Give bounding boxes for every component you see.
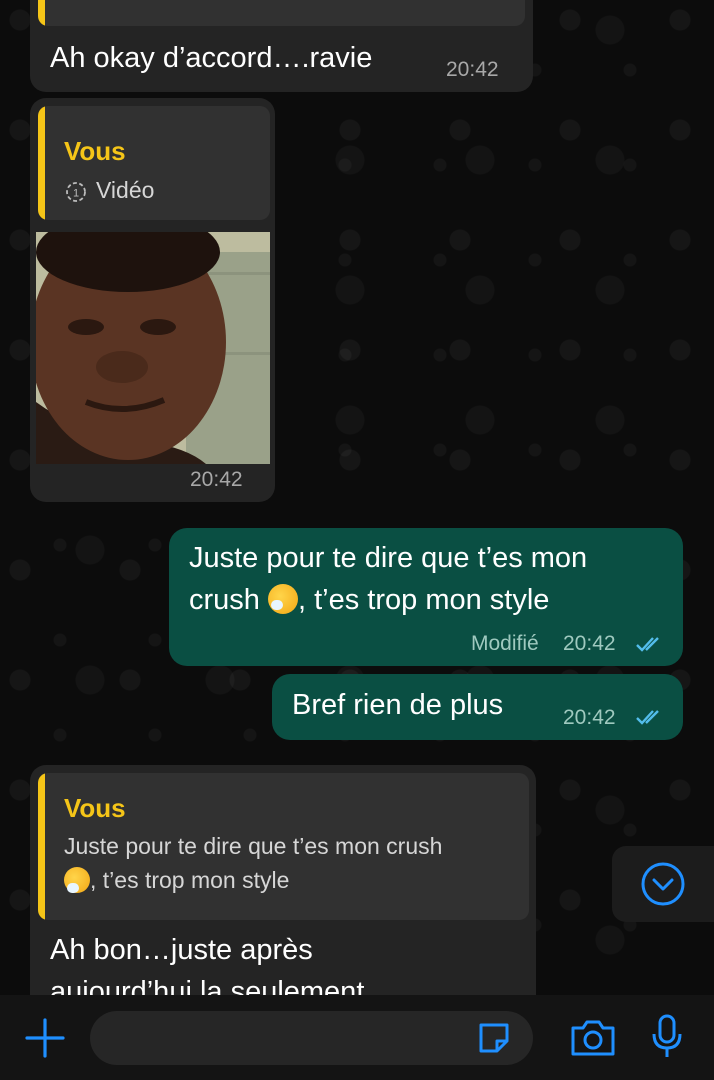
chevron-down-icon	[641, 862, 685, 906]
quoted-message[interactable]	[38, 0, 525, 26]
quote-text: Vidéo	[96, 177, 155, 203]
quote-text-line: Juste pour te dire que t’es mon crush	[64, 833, 443, 859]
message-text-line: crush , t’es trop mon style	[189, 579, 549, 621]
svg-text:1: 1	[73, 188, 79, 200]
chat-area[interactable]: Ah okay d’accord….ravie 20:42 Vous 1 Vid…	[0, 0, 714, 995]
incoming-message[interactable]: Vous Juste pour te dire que t’es mon cru…	[30, 765, 536, 995]
double-check-icon	[636, 710, 659, 725]
message-time: 20:42	[563, 706, 616, 729]
message-input[interactable]	[90, 1011, 533, 1065]
plus-icon[interactable]	[24, 1017, 66, 1059]
message-text-segment: , t’es trop mon style	[297, 584, 550, 616]
quoted-message[interactable]: Vous 1 Vidéo	[38, 106, 270, 220]
message-text: Ah okay d’accord….ravie	[50, 42, 373, 74]
quote-bar	[38, 0, 45, 26]
video-thumbnail-art	[36, 232, 270, 464]
view-once-icon: 1	[64, 180, 88, 209]
quote-bar	[38, 106, 45, 220]
message-text: Bref rien de plus	[292, 689, 504, 721]
message-text-line: Juste pour te dire que t’es mon	[189, 542, 588, 574]
message-time: 20:42	[446, 58, 499, 81]
scroll-to-bottom-button[interactable]	[612, 846, 714, 922]
camera-icon[interactable]	[569, 1018, 617, 1058]
quote-author: Vous	[64, 793, 126, 823]
sneezing-face-emoji	[64, 867, 90, 893]
outgoing-message[interactable]: Juste pour te dire que t’es mon crush , …	[169, 528, 683, 666]
message-time: 20:42	[563, 632, 616, 655]
quote-bar	[38, 773, 45, 920]
video-thumbnail[interactable]	[36, 232, 270, 464]
incoming-message[interactable]: Ah okay d’accord….ravie 20:42	[30, 0, 533, 92]
double-check-icon	[636, 637, 659, 652]
message-text-line: Ah bon…juste après	[50, 934, 313, 966]
message-text-segment: crush	[189, 584, 268, 616]
quote-author: Vous	[64, 136, 126, 166]
message-time: 20:42	[190, 468, 243, 491]
sticker-icon[interactable]	[475, 1019, 513, 1057]
quote-text-segment: , t’es trop mon style	[90, 867, 290, 893]
microphone-icon[interactable]	[650, 1014, 684, 1060]
edited-label: Modifié	[471, 632, 539, 655]
message-text-line: aujourd’hui la seulement	[50, 976, 365, 995]
quoted-message[interactable]: Vous Juste pour te dire que t’es mon cru…	[38, 773, 529, 920]
outgoing-message[interactable]: Bref rien de plus 20:42	[272, 674, 683, 740]
sneezing-face-emoji	[267, 584, 298, 614]
quote-text-line: , t’es trop mon style	[64, 863, 289, 897]
